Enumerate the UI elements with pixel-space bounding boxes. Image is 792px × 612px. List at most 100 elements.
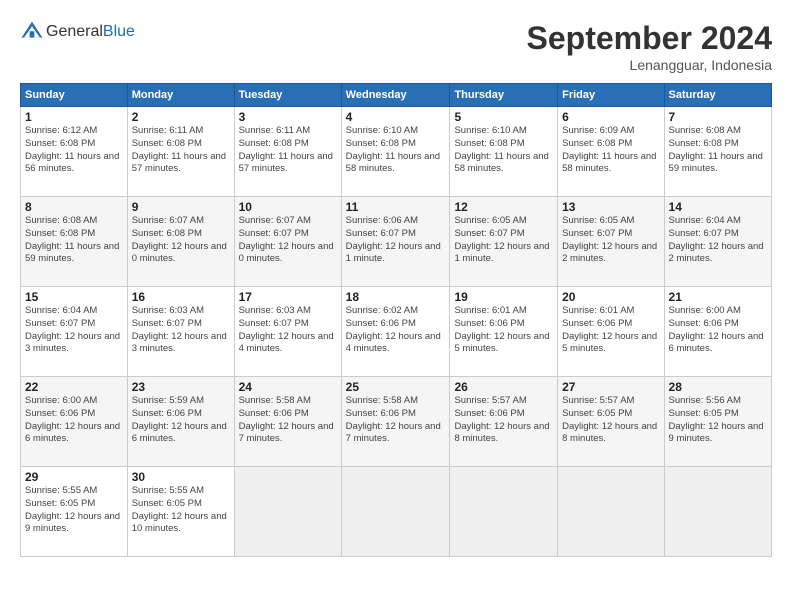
calendar-week-2: 8Sunrise: 6:08 AMSunset: 6:08 PMDaylight… xyxy=(21,197,772,287)
day-info: Sunrise: 6:03 AMSunset: 6:07 PMDaylight:… xyxy=(132,305,230,356)
day-info: Sunrise: 6:04 AMSunset: 6:07 PMDaylight:… xyxy=(25,305,123,356)
calendar-cell xyxy=(558,467,664,557)
calendar-cell: 15Sunrise: 6:04 AMSunset: 6:07 PMDayligh… xyxy=(21,287,128,377)
day-info: Sunrise: 6:07 AMSunset: 6:07 PMDaylight:… xyxy=(239,215,337,266)
day-number: 20 xyxy=(562,290,659,304)
day-number: 9 xyxy=(132,200,230,214)
day-info: Sunrise: 5:55 AMSunset: 6:05 PMDaylight:… xyxy=(132,485,230,536)
calendar-cell xyxy=(234,467,341,557)
calendar-cell: 23Sunrise: 5:59 AMSunset: 6:06 PMDayligh… xyxy=(127,377,234,467)
calendar-cell: 18Sunrise: 6:02 AMSunset: 6:06 PMDayligh… xyxy=(341,287,450,377)
calendar-cell: 26Sunrise: 5:57 AMSunset: 6:06 PMDayligh… xyxy=(450,377,558,467)
day-header-monday: Monday xyxy=(127,84,234,107)
day-info: Sunrise: 6:04 AMSunset: 6:07 PMDaylight:… xyxy=(669,215,767,266)
day-info: Sunrise: 6:03 AMSunset: 6:07 PMDaylight:… xyxy=(239,305,337,356)
calendar-cell xyxy=(450,467,558,557)
day-info: Sunrise: 6:02 AMSunset: 6:06 PMDaylight:… xyxy=(346,305,446,356)
calendar-cell: 13Sunrise: 6:05 AMSunset: 6:07 PMDayligh… xyxy=(558,197,664,287)
logo-icon xyxy=(20,20,44,44)
day-header-tuesday: Tuesday xyxy=(234,84,341,107)
calendar-cell: 19Sunrise: 6:01 AMSunset: 6:06 PMDayligh… xyxy=(450,287,558,377)
day-info: Sunrise: 6:09 AMSunset: 6:08 PMDaylight:… xyxy=(562,125,659,176)
day-header-sunday: Sunday xyxy=(21,84,128,107)
day-number: 27 xyxy=(562,380,659,394)
day-info: Sunrise: 6:10 AMSunset: 6:08 PMDaylight:… xyxy=(346,125,446,176)
page: GeneralBlue September 2024 Lenangguar, I… xyxy=(0,0,792,612)
day-info: Sunrise: 6:06 AMSunset: 6:07 PMDaylight:… xyxy=(346,215,446,266)
day-info: Sunrise: 6:07 AMSunset: 6:08 PMDaylight:… xyxy=(132,215,230,266)
calendar-cell: 29Sunrise: 5:55 AMSunset: 6:05 PMDayligh… xyxy=(21,467,128,557)
calendar-cell: 6Sunrise: 6:09 AMSunset: 6:08 PMDaylight… xyxy=(558,107,664,197)
calendar-cell: 1Sunrise: 6:12 AMSunset: 6:08 PMDaylight… xyxy=(21,107,128,197)
day-info: Sunrise: 6:08 AMSunset: 6:08 PMDaylight:… xyxy=(25,215,123,266)
calendar-cell: 27Sunrise: 5:57 AMSunset: 6:05 PMDayligh… xyxy=(558,377,664,467)
day-info: Sunrise: 6:10 AMSunset: 6:08 PMDaylight:… xyxy=(454,125,553,176)
calendar-cell: 20Sunrise: 6:01 AMSunset: 6:06 PMDayligh… xyxy=(558,287,664,377)
day-info: Sunrise: 6:00 AMSunset: 6:06 PMDaylight:… xyxy=(25,395,123,446)
calendar-cell xyxy=(664,467,771,557)
day-number: 28 xyxy=(669,380,767,394)
day-number: 26 xyxy=(454,380,553,394)
day-info: Sunrise: 5:57 AMSunset: 6:06 PMDaylight:… xyxy=(454,395,553,446)
calendar-cell: 24Sunrise: 5:58 AMSunset: 6:06 PMDayligh… xyxy=(234,377,341,467)
day-header-wednesday: Wednesday xyxy=(341,84,450,107)
calendar-table: SundayMondayTuesdayWednesdayThursdayFrid… xyxy=(20,83,772,557)
day-number: 2 xyxy=(132,110,230,124)
day-number: 3 xyxy=(239,110,337,124)
calendar-week-1: 1Sunrise: 6:12 AMSunset: 6:08 PMDaylight… xyxy=(21,107,772,197)
day-number: 14 xyxy=(669,200,767,214)
calendar-cell: 9Sunrise: 6:07 AMSunset: 6:08 PMDaylight… xyxy=(127,197,234,287)
day-number: 1 xyxy=(25,110,123,124)
calendar-cell: 2Sunrise: 6:11 AMSunset: 6:08 PMDaylight… xyxy=(127,107,234,197)
day-info: Sunrise: 5:57 AMSunset: 6:05 PMDaylight:… xyxy=(562,395,659,446)
calendar-cell: 21Sunrise: 6:00 AMSunset: 6:06 PMDayligh… xyxy=(664,287,771,377)
day-info: Sunrise: 5:59 AMSunset: 6:06 PMDaylight:… xyxy=(132,395,230,446)
calendar-cell: 12Sunrise: 6:05 AMSunset: 6:07 PMDayligh… xyxy=(450,197,558,287)
day-info: Sunrise: 6:12 AMSunset: 6:08 PMDaylight:… xyxy=(25,125,123,176)
calendar-week-4: 22Sunrise: 6:00 AMSunset: 6:06 PMDayligh… xyxy=(21,377,772,467)
logo: GeneralBlue xyxy=(20,20,135,44)
day-info: Sunrise: 5:58 AMSunset: 6:06 PMDaylight:… xyxy=(239,395,337,446)
day-info: Sunrise: 5:58 AMSunset: 6:06 PMDaylight:… xyxy=(346,395,446,446)
calendar-cell: 8Sunrise: 6:08 AMSunset: 6:08 PMDaylight… xyxy=(21,197,128,287)
day-info: Sunrise: 6:11 AMSunset: 6:08 PMDaylight:… xyxy=(239,125,337,176)
day-number: 15 xyxy=(25,290,123,304)
day-number: 30 xyxy=(132,470,230,484)
calendar-week-5: 29Sunrise: 5:55 AMSunset: 6:05 PMDayligh… xyxy=(21,467,772,557)
day-header-friday: Friday xyxy=(558,84,664,107)
logo-blue-text: Blue xyxy=(103,23,135,40)
day-info: Sunrise: 6:00 AMSunset: 6:06 PMDaylight:… xyxy=(669,305,767,356)
calendar-cell: 5Sunrise: 6:10 AMSunset: 6:08 PMDaylight… xyxy=(450,107,558,197)
day-number: 17 xyxy=(239,290,337,304)
day-number: 29 xyxy=(25,470,123,484)
calendar-cell: 4Sunrise: 6:10 AMSunset: 6:08 PMDaylight… xyxy=(341,107,450,197)
day-number: 23 xyxy=(132,380,230,394)
calendar-cell: 22Sunrise: 6:00 AMSunset: 6:06 PMDayligh… xyxy=(21,377,128,467)
day-header-saturday: Saturday xyxy=(664,84,771,107)
day-number: 24 xyxy=(239,380,337,394)
title-block: September 2024 Lenangguar, Indonesia xyxy=(527,20,772,73)
calendar-cell: 16Sunrise: 6:03 AMSunset: 6:07 PMDayligh… xyxy=(127,287,234,377)
day-number: 10 xyxy=(239,200,337,214)
calendar-cell: 10Sunrise: 6:07 AMSunset: 6:07 PMDayligh… xyxy=(234,197,341,287)
day-header-thursday: Thursday xyxy=(450,84,558,107)
day-number: 12 xyxy=(454,200,553,214)
day-number: 13 xyxy=(562,200,659,214)
day-number: 21 xyxy=(669,290,767,304)
calendar-cell: 3Sunrise: 6:11 AMSunset: 6:08 PMDaylight… xyxy=(234,107,341,197)
day-info: Sunrise: 6:01 AMSunset: 6:06 PMDaylight:… xyxy=(454,305,553,356)
month-title: September 2024 xyxy=(527,20,772,57)
day-info: Sunrise: 6:01 AMSunset: 6:06 PMDaylight:… xyxy=(562,305,659,356)
calendar-cell: 11Sunrise: 6:06 AMSunset: 6:07 PMDayligh… xyxy=(341,197,450,287)
day-info: Sunrise: 6:05 AMSunset: 6:07 PMDaylight:… xyxy=(454,215,553,266)
header: GeneralBlue September 2024 Lenangguar, I… xyxy=(20,20,772,73)
day-info: Sunrise: 6:08 AMSunset: 6:08 PMDaylight:… xyxy=(669,125,767,176)
calendar-cell: 17Sunrise: 6:03 AMSunset: 6:07 PMDayligh… xyxy=(234,287,341,377)
day-number: 16 xyxy=(132,290,230,304)
day-number: 11 xyxy=(346,200,446,214)
day-number: 6 xyxy=(562,110,659,124)
day-info: Sunrise: 5:55 AMSunset: 6:05 PMDaylight:… xyxy=(25,485,123,536)
day-number: 22 xyxy=(25,380,123,394)
logo-general-text: General xyxy=(46,23,103,40)
day-number: 25 xyxy=(346,380,446,394)
